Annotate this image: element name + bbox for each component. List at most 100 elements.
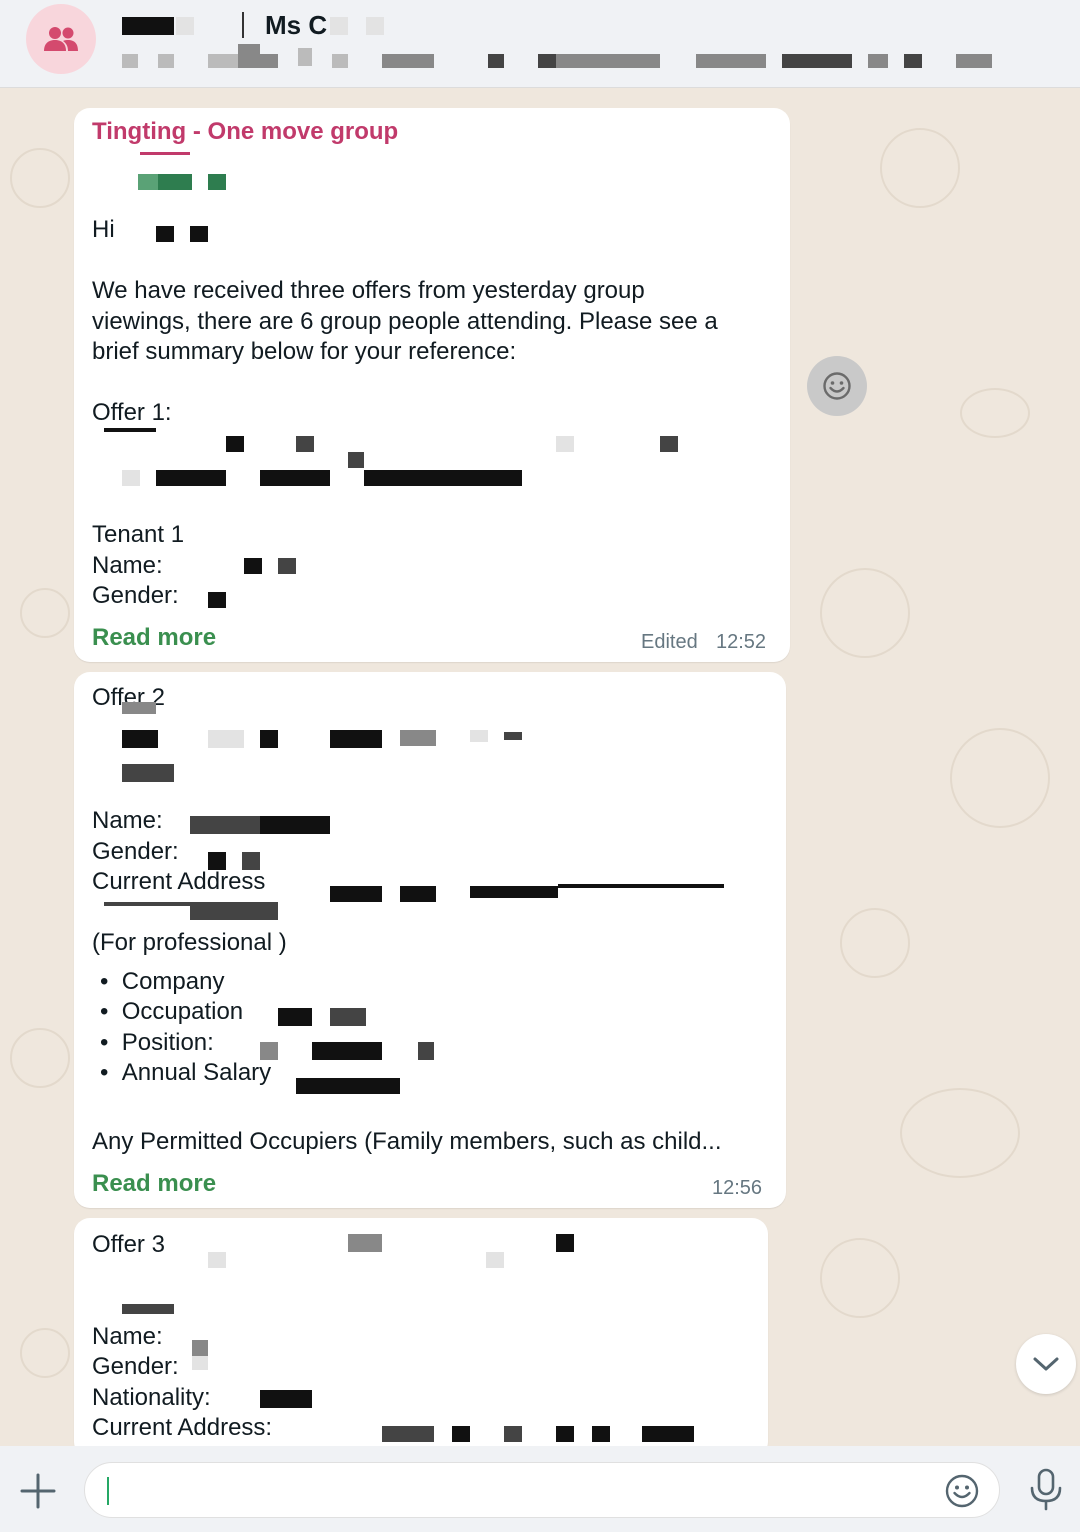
bullet-item: • Position: bbox=[100, 1029, 214, 1056]
redacted-block bbox=[122, 17, 174, 35]
redacted-block bbox=[868, 54, 888, 68]
redacted-block bbox=[278, 1008, 312, 1026]
composer-bar bbox=[0, 1446, 1080, 1532]
redacted-block bbox=[366, 17, 384, 35]
background-doodle bbox=[10, 148, 70, 208]
redacted-block bbox=[558, 884, 724, 888]
redacted-block bbox=[364, 470, 522, 486]
redacted-block bbox=[296, 1078, 400, 1094]
read-more-link[interactable]: Read more bbox=[92, 1170, 216, 1198]
redacted-block bbox=[330, 886, 382, 902]
scroll-to-bottom-button[interactable] bbox=[1016, 1334, 1076, 1394]
redacted-block bbox=[452, 1426, 470, 1442]
group-avatar[interactable] bbox=[26, 4, 96, 74]
redacted-block bbox=[140, 152, 190, 155]
redacted-block bbox=[956, 54, 992, 68]
redacted-block bbox=[782, 54, 852, 68]
background-doodle bbox=[840, 908, 910, 978]
redacted-block bbox=[904, 54, 922, 68]
address-label: Current Address: bbox=[92, 1414, 273, 1441]
redacted-block bbox=[260, 1042, 278, 1060]
edited-label: Edited bbox=[641, 631, 698, 653]
redacted-block bbox=[400, 886, 436, 902]
redacted-block bbox=[138, 174, 160, 190]
header-divider bbox=[242, 12, 244, 38]
redacted-block bbox=[418, 1042, 434, 1060]
redacted-block bbox=[208, 1252, 226, 1268]
message-time: 12:56 bbox=[712, 1177, 763, 1199]
voice-message-button[interactable] bbox=[1026, 1468, 1066, 1512]
emoji-icon bbox=[945, 1474, 979, 1508]
redacted-block bbox=[278, 558, 296, 574]
redacted-block bbox=[504, 732, 522, 740]
tenant-label: Tenant 1 bbox=[92, 521, 185, 548]
emoji-button[interactable] bbox=[945, 1474, 979, 1508]
redacted-block bbox=[400, 730, 436, 746]
redacted-block bbox=[470, 730, 488, 742]
message-text: Any Permitted Occupiers (Family members,… bbox=[92, 1128, 722, 1155]
redacted-block bbox=[382, 1426, 434, 1442]
read-more-link[interactable]: Read more bbox=[92, 624, 216, 652]
gender-label: Gender: bbox=[92, 1353, 179, 1380]
greeting-text: Hi bbox=[92, 216, 115, 243]
redacted-block bbox=[312, 1042, 382, 1060]
redacted-block bbox=[122, 702, 156, 714]
background-doodle bbox=[880, 128, 960, 208]
redacted-block bbox=[348, 1234, 382, 1252]
redacted-block bbox=[122, 54, 138, 68]
redacted-block bbox=[104, 902, 192, 906]
smiley-icon bbox=[823, 372, 851, 400]
plus-icon bbox=[20, 1473, 56, 1509]
background-doodle bbox=[10, 1028, 70, 1088]
message-bubble[interactable] bbox=[74, 108, 790, 662]
redacted-block bbox=[382, 54, 434, 68]
redacted-block bbox=[260, 816, 330, 834]
redacted-block bbox=[504, 1426, 522, 1442]
redacted-block bbox=[190, 902, 278, 920]
chevron-down-icon bbox=[1033, 1357, 1059, 1371]
message-input[interactable] bbox=[84, 1462, 1000, 1518]
redacted-block bbox=[348, 452, 364, 468]
professional-label: (For professional ) bbox=[92, 929, 287, 956]
nationality-label: Nationality: bbox=[92, 1384, 211, 1411]
sender-name[interactable]: Tingting - One move group bbox=[92, 118, 398, 146]
name-label: Name: bbox=[92, 1323, 163, 1350]
redacted-block bbox=[156, 226, 174, 242]
redacted-block bbox=[538, 54, 556, 68]
group-icon bbox=[44, 27, 78, 51]
offer-heading: Offer 1: bbox=[92, 399, 172, 426]
attach-button[interactable] bbox=[18, 1471, 58, 1511]
microphone-icon bbox=[1030, 1468, 1062, 1511]
redacted-block bbox=[486, 1252, 504, 1268]
redacted-block bbox=[244, 558, 262, 574]
redacted-block bbox=[592, 1426, 610, 1442]
redacted-block bbox=[208, 54, 238, 68]
redacted-block bbox=[556, 436, 574, 452]
redacted-block bbox=[208, 592, 226, 608]
redacted-block bbox=[260, 730, 278, 748]
redacted-block bbox=[122, 470, 140, 486]
redacted-block bbox=[190, 816, 260, 834]
gender-label: Gender: bbox=[92, 582, 179, 609]
redacted-block bbox=[158, 54, 174, 68]
reaction-button[interactable] bbox=[807, 356, 867, 416]
redacted-block bbox=[660, 436, 678, 452]
redacted-block bbox=[330, 730, 382, 748]
redacted-block bbox=[176, 17, 194, 35]
redacted-block bbox=[192, 1356, 208, 1370]
redacted-block bbox=[696, 54, 766, 68]
background-doodle bbox=[820, 568, 910, 658]
redacted-block bbox=[296, 436, 314, 452]
redacted-block bbox=[190, 226, 208, 242]
redacted-block bbox=[158, 174, 192, 190]
redacted-block bbox=[556, 1426, 574, 1442]
redacted-block bbox=[330, 17, 348, 35]
background-doodle bbox=[20, 1328, 70, 1378]
participants-row[interactable] bbox=[120, 44, 1000, 70]
background-doodle bbox=[950, 728, 1050, 828]
chat-header: Ms C bbox=[0, 0, 1080, 88]
redacted-block bbox=[330, 1008, 366, 1026]
chat-title[interactable]: Ms C bbox=[265, 10, 327, 41]
redacted-block bbox=[470, 886, 558, 898]
redacted-block bbox=[122, 1304, 174, 1314]
